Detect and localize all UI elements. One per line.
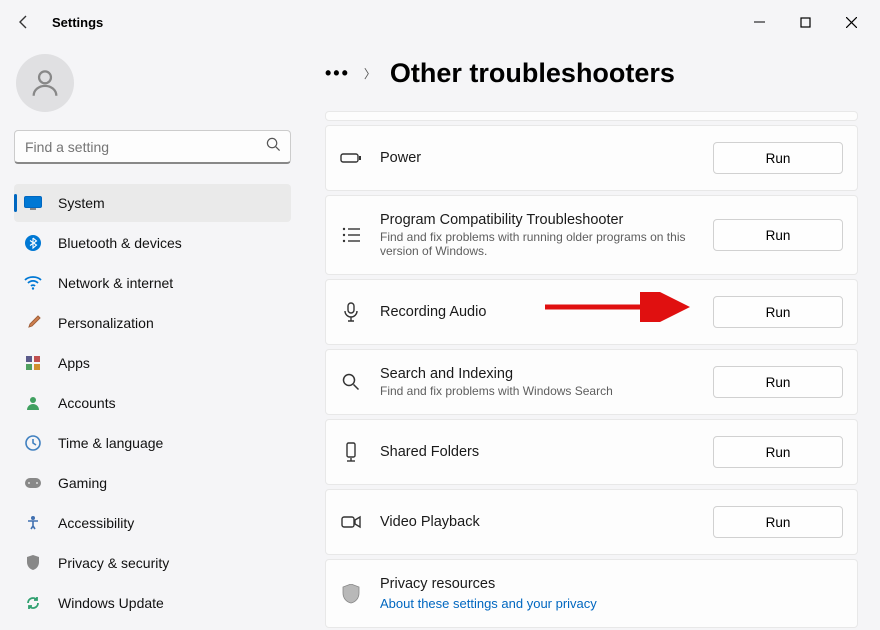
brush-icon <box>24 314 42 332</box>
nav-label: Accessibility <box>58 515 134 531</box>
nav-label: Windows Update <box>58 595 164 611</box>
breadcrumb: ••• 〉 Other troubleshooters <box>325 58 858 89</box>
card-body: Search and Indexing Find and fix problem… <box>380 366 713 398</box>
shield-icon <box>24 554 42 572</box>
minimize-icon <box>754 17 765 28</box>
apps-icon <box>24 354 42 372</box>
video-icon <box>340 511 362 533</box>
troubleshooter-card-video[interactable]: Video Playback Run <box>325 489 858 555</box>
card-title: Privacy resources <box>380 576 843 592</box>
sidebar-item-gaming[interactable]: Gaming <box>14 464 291 502</box>
back-button[interactable] <box>6 4 42 40</box>
card-title: Video Playback <box>380 514 713 530</box>
sidebar-item-network[interactable]: Network & internet <box>14 264 291 302</box>
card-body: Shared Folders <box>380 444 713 460</box>
search-box[interactable] <box>14 130 291 164</box>
close-button[interactable] <box>828 6 874 38</box>
troubleshooter-card-recording[interactable]: Recording Audio Run <box>325 279 858 345</box>
search-icon <box>266 137 281 157</box>
gamepad-icon <box>24 474 42 492</box>
run-button-compat[interactable]: Run <box>713 219 843 251</box>
wifi-icon <box>24 274 42 292</box>
card-title: Power <box>380 150 713 166</box>
card-title: Program Compatibility Troubleshooter <box>380 212 713 228</box>
sidebar-item-time[interactable]: Time & language <box>14 424 291 462</box>
person-icon <box>28 66 62 100</box>
sidebar-item-privacy[interactable]: Privacy & security <box>14 544 291 582</box>
privacy-card[interactable]: Privacy resources About these settings a… <box>325 559 858 628</box>
sidebar-item-apps[interactable]: Apps <box>14 344 291 382</box>
card-prev-clipped[interactable] <box>325 111 858 121</box>
troubleshooter-card-search[interactable]: Search and Indexing Find and fix problem… <box>325 349 858 415</box>
page-title: Other troubleshooters <box>390 58 675 89</box>
card-title: Recording Audio <box>380 304 713 320</box>
list-icon <box>340 224 362 246</box>
run-button-folders[interactable]: Run <box>713 436 843 468</box>
card-body: Privacy resources About these settings a… <box>380 576 843 611</box>
troubleshooter-card-power[interactable]: Power Run <box>325 125 858 191</box>
avatar[interactable] <box>16 54 74 112</box>
troubleshooter-card-compat[interactable]: Program Compatibility Troubleshooter Fin… <box>325 195 858 275</box>
nav-label: Apps <box>58 355 90 371</box>
run-button-search[interactable]: Run <box>713 366 843 398</box>
maximize-icon <box>800 17 811 28</box>
sidebar: System Bluetooth & devices Network & int… <box>0 44 305 630</box>
privacy-link[interactable]: About these settings and your privacy <box>380 596 843 611</box>
update-icon <box>24 594 42 612</box>
sidebar-item-bluetooth[interactable]: Bluetooth & devices <box>14 224 291 262</box>
nav: System Bluetooth & devices Network & int… <box>14 184 291 622</box>
search-icon <box>340 371 362 393</box>
troubleshooter-card-folders[interactable]: Shared Folders Run <box>325 419 858 485</box>
sidebar-item-accessibility[interactable]: Accessibility <box>14 504 291 542</box>
nav-label: Personalization <box>58 315 154 331</box>
card-title: Shared Folders <box>380 444 713 460</box>
nav-label: Time & language <box>58 435 163 451</box>
card-body: Recording Audio <box>380 304 713 320</box>
nav-label: Accounts <box>58 395 116 411</box>
card-title: Search and Indexing <box>380 366 713 382</box>
battery-icon <box>340 147 362 169</box>
run-button-video[interactable]: Run <box>713 506 843 538</box>
minimize-button[interactable] <box>736 6 782 38</box>
nav-label: Gaming <box>58 475 107 491</box>
card-desc: Find and fix problems with Windows Searc… <box>380 384 713 398</box>
nav-label: Network & internet <box>58 275 173 291</box>
run-button-power[interactable]: Run <box>713 142 843 174</box>
nav-label: Bluetooth & devices <box>58 235 182 251</box>
sidebar-item-accounts[interactable]: Accounts <box>14 384 291 422</box>
card-body: Power <box>380 150 713 166</box>
display-icon <box>24 194 42 212</box>
nav-label: System <box>58 195 105 211</box>
app-title: Settings <box>52 15 103 30</box>
card-body: Video Playback <box>380 514 713 530</box>
close-icon <box>846 17 857 28</box>
clock-icon <box>24 434 42 452</box>
card-body: Program Compatibility Troubleshooter Fin… <box>380 212 713 258</box>
sidebar-item-system[interactable]: System <box>14 184 291 222</box>
main-content: ••• 〉 Other troubleshooters Power Run Pr… <box>305 44 880 630</box>
sidebar-item-personalization[interactable]: Personalization <box>14 304 291 342</box>
bluetooth-icon <box>24 234 42 252</box>
search-input[interactable] <box>14 130 291 164</box>
shield-icon <box>340 583 362 605</box>
window-controls <box>736 6 874 38</box>
card-desc: Find and fix problems with running older… <box>380 230 713 258</box>
back-arrow-icon <box>16 14 32 30</box>
maximize-button[interactable] <box>782 6 828 38</box>
titlebar: Settings <box>0 0 880 44</box>
run-button-recording[interactable]: Run <box>713 296 843 328</box>
chevron-right-icon: 〉 <box>364 65 376 82</box>
person-icon <box>24 394 42 412</box>
mic-icon <box>340 301 362 323</box>
breadcrumb-ellipsis[interactable]: ••• <box>325 63 350 84</box>
folder-icon <box>340 441 362 463</box>
accessibility-icon <box>24 514 42 532</box>
nav-label: Privacy & security <box>58 555 169 571</box>
sidebar-item-update[interactable]: Windows Update <box>14 584 291 622</box>
